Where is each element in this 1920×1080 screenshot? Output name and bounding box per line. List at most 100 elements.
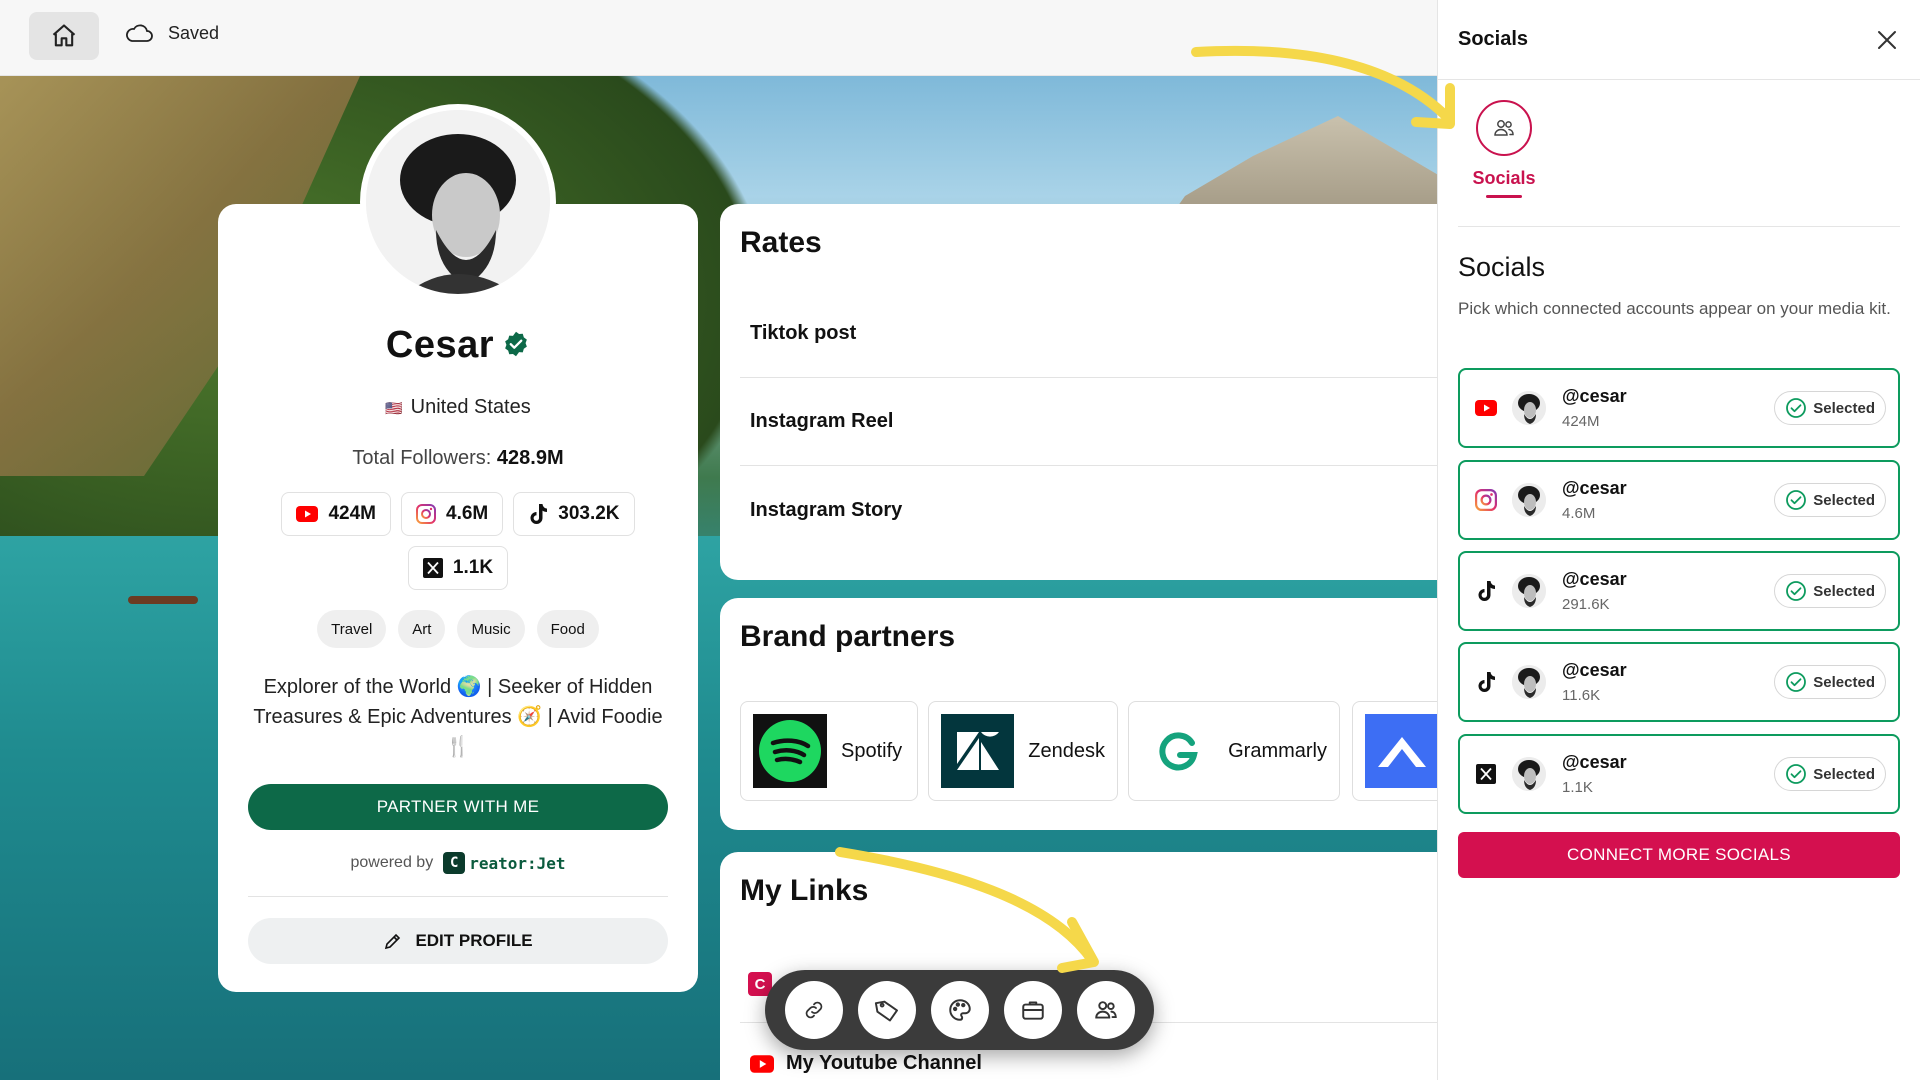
close-icon[interactable] (1876, 29, 1898, 51)
partner-with-me-button[interactable]: PARTNER WITH ME (248, 784, 668, 830)
account-count: 11.6K (1562, 687, 1601, 704)
tag-music: Music (457, 610, 525, 648)
pencil-icon (385, 933, 401, 950)
total-followers-value: 428.9M (496, 447, 564, 469)
save-status: Saved (124, 22, 219, 44)
account-row-tiktok[interactable]: @cesar 291.6K Selected (1458, 551, 1900, 631)
account-info: @cesar 11.6K (1562, 660, 1627, 704)
section-description: Pick which connected accounts appear on … (1458, 299, 1891, 318)
brand-name: Zendesk (1028, 739, 1105, 762)
account-count: 4.6M (1562, 505, 1596, 522)
profile-name-text: Cesar (385, 324, 495, 366)
account-info: @cesar 1.1K (1562, 752, 1627, 796)
floating-toolbar (765, 970, 1154, 1050)
selected-badge[interactable]: Selected (1774, 665, 1886, 699)
home-button[interactable] (29, 12, 99, 60)
account-handle: @cesar (1562, 569, 1627, 589)
tiktok-icon (530, 504, 548, 524)
account-handle: @cesar (1562, 660, 1627, 680)
edit-profile-label: EDIT PROFILE (415, 931, 533, 950)
brands-tool-button[interactable] (1003, 981, 1062, 1039)
creatorjet-logo-text: reator:Jet (469, 853, 566, 873)
top-bar: Saved (0, 0, 1440, 76)
edit-profile-button[interactable]: EDIT PROFILE (248, 918, 668, 964)
rate-row-instagram-reel[interactable]: Instagram Reel (740, 378, 1440, 466)
socials-tool-button[interactable] (1076, 981, 1135, 1039)
rates-tool-button[interactable] (857, 981, 916, 1039)
rates-card: Rates Tiktok post Instagram Reel Instagr… (720, 204, 1440, 580)
selected-badge[interactable]: Selected (1774, 391, 1886, 425)
account-row-instagram[interactable]: @cesar 4.6M Selected (1458, 460, 1900, 540)
profile-card: Cesar 🇺🇸 United States Total Followers: 4… (218, 204, 698, 992)
verified-badge-icon (502, 325, 530, 368)
rates-title: Rates (740, 226, 822, 259)
creatorjet-logo-mark: C (443, 852, 466, 874)
brand-name: Grammarly (1228, 739, 1327, 762)
account-handle: @cesar (1562, 386, 1627, 406)
account-row-youtube[interactable]: @cesar 424M Selected (1458, 368, 1900, 448)
account-row-tiktok-2[interactable]: @cesar 11.6K Selected (1458, 642, 1900, 722)
stat-value: 424M (328, 503, 376, 524)
social-stats-row-2: 1.1K (218, 546, 698, 590)
powered-by: powered by Creator:Jet (218, 852, 698, 874)
account-handle: @cesar (1562, 478, 1627, 498)
links-tool-button[interactable] (784, 981, 843, 1039)
brand-grammarly[interactable]: Grammarly (1128, 701, 1340, 801)
account-avatar (1512, 391, 1546, 425)
selected-label: Selected (1813, 399, 1875, 417)
tab-socials[interactable]: Socials (1468, 100, 1540, 198)
socials-panel: Socials Socials Socials Pick which conne… (1437, 0, 1920, 1080)
stat-value: 4.6M (446, 503, 489, 524)
link-my-youtube-channel[interactable]: My Youtube Channel (750, 1052, 982, 1075)
account-count: 424M (1562, 413, 1600, 430)
users-icon (1494, 120, 1514, 136)
selected-badge[interactable]: Selected (1774, 574, 1886, 608)
stat-instagram[interactable]: 4.6M (401, 492, 504, 536)
brand-partners-card: Brand partners Spotify Zendesk Grammarly (720, 598, 1440, 830)
selected-label: Selected (1813, 491, 1875, 509)
brand-partners-title: Brand partners (740, 620, 956, 653)
account-count: 291.6K (1562, 596, 1610, 613)
tag-art: Art (398, 610, 446, 648)
boat (128, 596, 198, 604)
selected-badge[interactable]: Selected (1774, 757, 1886, 791)
connect-more-socials-button[interactable]: CONNECT MORE SOCIALS (1458, 832, 1900, 878)
brand-zendesk[interactable]: Zendesk (928, 701, 1118, 801)
briefcase-icon (1021, 1001, 1044, 1020)
section-title: Socials (1458, 252, 1546, 282)
stat-tiktok[interactable]: 303.2K (513, 492, 635, 536)
panel-title: Socials (1458, 28, 1529, 50)
users-icon (1094, 1001, 1117, 1019)
creatorjet-logo[interactable]: Creator:Jet (443, 852, 566, 874)
brand-partial[interactable] (1352, 701, 1440, 801)
profile-name: Cesar (218, 324, 698, 368)
zendesk-logo-icon (941, 714, 1015, 788)
profile-location: 🇺🇸 United States (218, 396, 698, 419)
link-label: My Youtube Channel (786, 1052, 982, 1074)
profile-bio: Explorer of the World 🌍 | Seeker of Hidd… (253, 676, 663, 758)
tiktok-icon (1474, 670, 1498, 694)
instagram-icon (416, 504, 436, 524)
account-count: 1.1K (1562, 779, 1593, 796)
account-info: @cesar 424M (1562, 386, 1627, 430)
account-row-x[interactable]: @cesar 1.1K Selected (1458, 734, 1900, 814)
stat-youtube[interactable]: 424M (281, 492, 391, 536)
youtube-icon (1474, 396, 1498, 420)
rate-row-tiktok-post[interactable]: Tiktok post (740, 290, 1440, 378)
selected-badge[interactable]: Selected (1774, 483, 1886, 517)
theme-tool-button[interactable] (930, 981, 989, 1039)
stat-x[interactable]: 1.1K (407, 546, 509, 590)
link-icon (805, 1001, 822, 1019)
rate-row-instagram-story[interactable]: Instagram Story (740, 466, 1440, 554)
brand-spotify[interactable]: Spotify (740, 701, 918, 801)
tag-travel: Travel (317, 610, 387, 648)
selected-label: Selected (1813, 582, 1875, 600)
selected-label: Selected (1813, 673, 1875, 691)
youtube-icon (296, 506, 319, 522)
panel-header: Socials (1438, 0, 1920, 80)
location-text: United States (410, 396, 531, 418)
palette-icon (948, 999, 971, 1021)
social-stats-row: 424M 4.6M 303.2K (218, 492, 698, 536)
saved-label: Saved (168, 22, 220, 43)
account-handle: @cesar (1562, 752, 1627, 772)
